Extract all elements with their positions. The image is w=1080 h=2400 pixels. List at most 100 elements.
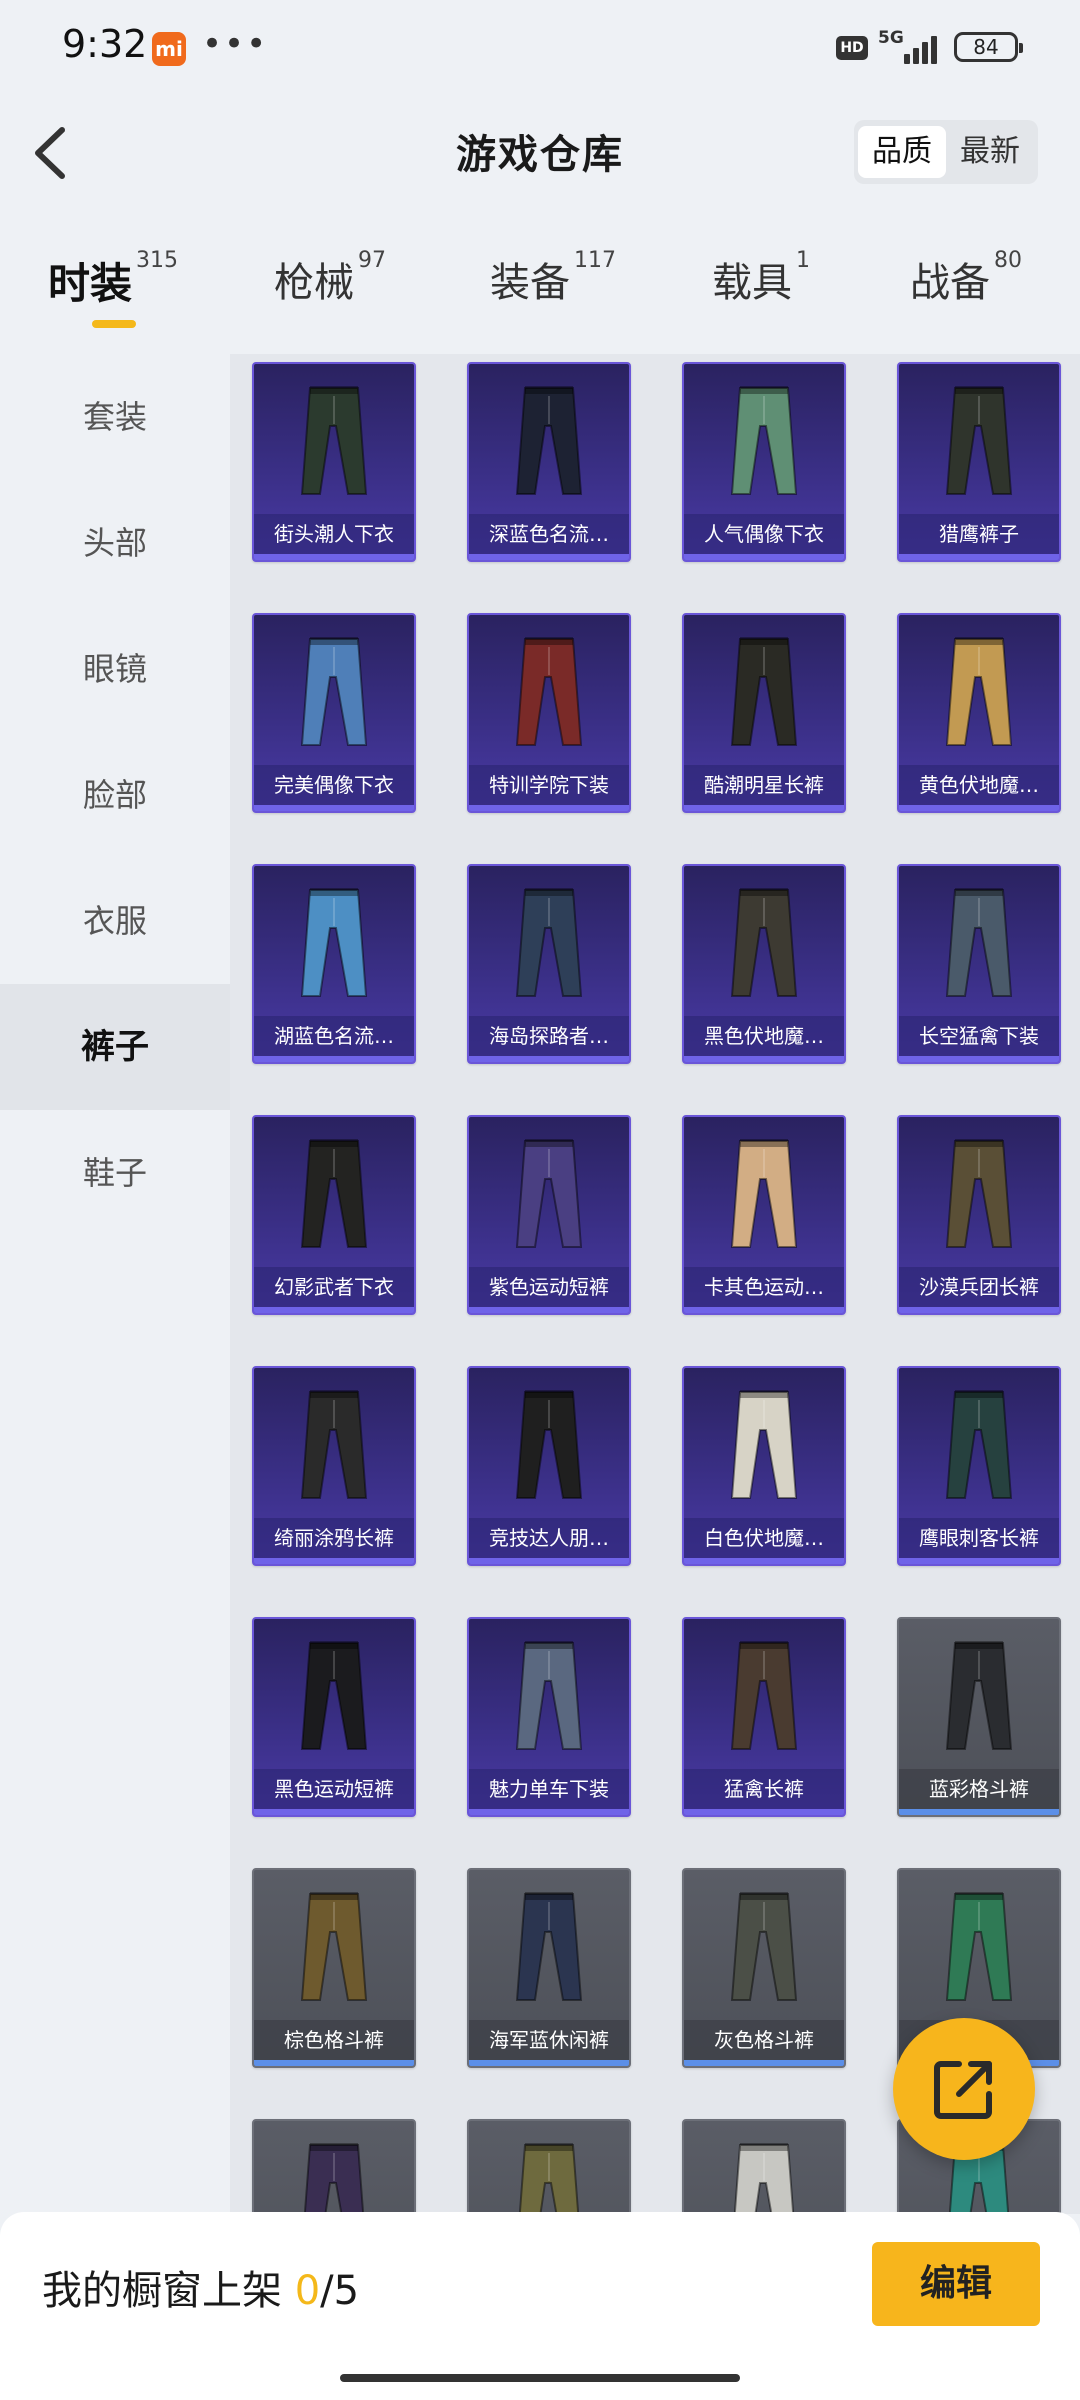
active-tab-indicator	[92, 320, 136, 328]
sort-toggle[interactable]: 品质 最新	[854, 120, 1038, 184]
sort-by-latest-button[interactable]: 最新	[946, 126, 1034, 178]
sidebar-item-clothes[interactable]: 衣服	[0, 858, 230, 984]
tab-vehicles[interactable]: 载具 1	[712, 248, 810, 308]
sort-by-quality-button[interactable]: 品质	[858, 126, 946, 178]
item-card[interactable]: 紫色运动短裤	[467, 1115, 631, 1315]
item-card[interactable]: 湖蓝色名流…	[252, 864, 416, 1064]
item-name: 白色伏地魔…	[684, 1518, 844, 1558]
pants-icon	[300, 1641, 368, 1750]
sidebar-item-shoes[interactable]: 鞋子	[0, 1110, 230, 1236]
tab-fashion[interactable]: 时装 315	[48, 248, 178, 311]
tab-weapons[interactable]: 枪械 97	[274, 248, 386, 308]
rarity-bar	[899, 554, 1059, 560]
item-card[interactable]: 沙漠兵团长裤	[897, 1115, 1061, 1315]
pants-icon	[300, 637, 368, 746]
item-card[interactable]: 长空猛禽下装	[897, 864, 1061, 1064]
pants-icon	[945, 386, 1013, 495]
pants-icon	[300, 1892, 368, 2001]
sidebar-item-face[interactable]: 脸部	[0, 732, 230, 858]
home-indicator[interactable]	[340, 2374, 740, 2382]
item-card[interactable]	[252, 2119, 416, 2214]
item-card[interactable]: 魅力单车下装	[467, 1617, 631, 1817]
rarity-bar	[469, 1809, 629, 1815]
item-card[interactable]: 白色伏地魔…	[682, 1366, 846, 1566]
item-card[interactable]: 特训学院下装	[467, 613, 631, 813]
rarity-bar	[254, 1809, 414, 1815]
item-card[interactable]: 海军蓝休闲裤	[467, 1868, 631, 2068]
rarity-bar	[684, 1809, 844, 1815]
item-name: 沙漠兵团长裤	[899, 1267, 1059, 1307]
item-card[interactable]: 海岛探路者…	[467, 864, 631, 1064]
pants-icon	[518, 2143, 580, 2214]
item-card[interactable]: 黄色伏地魔…	[897, 613, 1061, 813]
rarity-bar	[254, 2060, 414, 2066]
rarity-bar	[899, 805, 1059, 811]
item-name: 街头潮人下衣	[254, 514, 414, 554]
item-card[interactable]	[467, 2119, 631, 2214]
showcase-total: /5	[320, 2268, 360, 2314]
tab-count: 117	[574, 248, 616, 273]
tab-equipment[interactable]: 装备 117	[490, 248, 616, 308]
hd-icon: HD	[836, 36, 868, 60]
rarity-bar	[899, 1307, 1059, 1313]
item-name: 长空猛禽下装	[899, 1016, 1059, 1056]
item-card[interactable]: 绮丽涂鸦长裤	[252, 1366, 416, 1566]
item-card[interactable]: 黑色伏地魔…	[682, 864, 846, 1064]
item-card[interactable]: 竞技达人朋…	[467, 1366, 631, 1566]
item-name: 海岛探路者…	[469, 1016, 629, 1056]
pants-icon	[303, 2143, 365, 2214]
item-name: 黑色伏地魔…	[684, 1016, 844, 1056]
rarity-bar	[469, 1558, 629, 1564]
sidebar-item-suits[interactable]: 套装	[0, 354, 230, 480]
pants-icon	[730, 637, 798, 746]
tab-label: 枪械	[274, 260, 354, 306]
rarity-bar	[684, 805, 844, 811]
item-card[interactable]: 鹰眼刺客长裤	[897, 1366, 1061, 1566]
item-card[interactable]: 棕色格斗裤	[252, 1868, 416, 2068]
pants-icon	[730, 1139, 798, 1248]
rarity-bar	[899, 1056, 1059, 1062]
share-button[interactable]	[893, 2018, 1035, 2160]
pants-icon	[300, 888, 368, 997]
item-card[interactable]	[682, 2119, 846, 2214]
item-name: 卡其色运动…	[684, 1267, 844, 1307]
tab-supplies[interactable]: 战备 80	[910, 248, 1022, 308]
item-card[interactable]: 黑色运动短裤	[252, 1617, 416, 1817]
sidebar-item-glasses[interactable]: 眼镜	[0, 606, 230, 732]
item-card[interactable]: 深蓝色名流…	[467, 362, 631, 562]
sidebar-item-pants[interactable]: 裤子	[0, 984, 230, 1110]
item-card[interactable]: 幻影武者下衣	[252, 1115, 416, 1315]
tab-label: 时装	[48, 259, 133, 308]
item-card[interactable]: 猎鹰裤子	[897, 362, 1061, 562]
rarity-bar	[254, 554, 414, 560]
item-card[interactable]: 酷潮明星长裤	[682, 613, 846, 813]
item-name: 鹰眼刺客长裤	[899, 1518, 1059, 1558]
share-out-icon	[934, 2061, 992, 2119]
item-name: 酷潮明星长裤	[684, 765, 844, 805]
item-name: 棕色格斗裤	[254, 2020, 414, 2060]
item-name: 魅力单车下装	[469, 1769, 629, 1809]
item-card[interactable]: 蓝彩格斗裤	[897, 1617, 1061, 1817]
item-card[interactable]: 人气偶像下衣	[682, 362, 846, 562]
item-card[interactable]: 灰色格斗裤	[682, 1868, 846, 2068]
tab-count: 97	[358, 248, 386, 273]
rarity-bar	[684, 1307, 844, 1313]
item-name: 深蓝色名流…	[469, 514, 629, 554]
item-name: 人气偶像下衣	[684, 514, 844, 554]
sidebar-item-head[interactable]: 头部	[0, 480, 230, 606]
rarity-bar	[254, 805, 414, 811]
pants-icon	[515, 888, 583, 997]
item-card[interactable]: 卡其色运动…	[682, 1115, 846, 1315]
item-card[interactable]: 完美偶像下衣	[252, 613, 416, 813]
rarity-bar	[469, 2060, 629, 2066]
pants-icon	[945, 637, 1013, 746]
pants-icon	[730, 1892, 798, 2001]
network-type-label: 5G	[878, 28, 904, 48]
pants-icon	[515, 1641, 583, 1750]
tab-label: 装备	[490, 260, 570, 306]
item-name: 黄色伏地魔…	[899, 765, 1059, 805]
item-name: 蓝彩格斗裤	[899, 1769, 1059, 1809]
edit-button[interactable]: 编辑	[872, 2242, 1040, 2326]
item-card[interactable]: 街头潮人下衣	[252, 362, 416, 562]
item-card[interactable]: 猛禽长裤	[682, 1617, 846, 1817]
